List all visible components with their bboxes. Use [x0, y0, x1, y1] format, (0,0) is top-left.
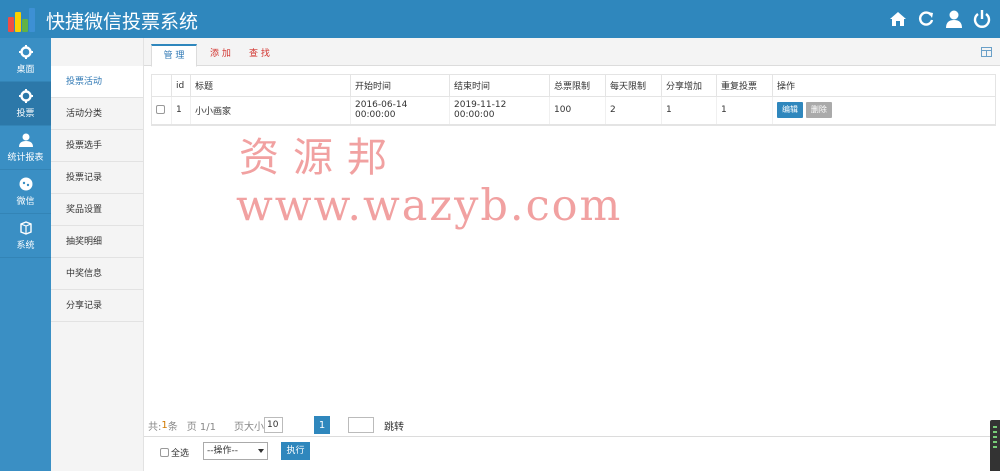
col-start-time: 开始时间 — [350, 74, 450, 97]
cell-total-limit: 100 — [549, 96, 606, 126]
rail-label: 微信 — [16, 197, 35, 207]
col-actions: 操作 — [772, 74, 996, 97]
watermark-text: 资源邦 — [239, 135, 401, 181]
jump-page-input[interactable] — [348, 417, 375, 433]
select-all-label: 全选 — [171, 449, 190, 459]
activity-table: id 标题 开始时间 结束时间 总票限制 每天限制 分享增加 重复投票 操作 1… — [151, 74, 996, 126]
cell-title: 小小画家 — [190, 96, 351, 126]
col-total-limit: 总票限制 — [549, 74, 606, 97]
table-header-row: id 标题 开始时间 结束时间 总票限制 每天限制 分享增加 重复投票 操作 — [151, 74, 996, 97]
rail-item-desktop[interactable]: 桌面 — [0, 38, 51, 82]
user-icon[interactable] — [944, 9, 964, 29]
submenu-item-contestants[interactable]: 投票选手 — [51, 130, 143, 162]
select-all[interactable]: 全选 — [160, 446, 189, 459]
cell-id: 1 — [171, 96, 191, 126]
bottom-action-bar: 全选 --操作-- 执行 — [144, 436, 1000, 471]
page-size-input[interactable]: 10 — [264, 417, 284, 433]
submenu-item-vote-records[interactable]: 投票记录 — [51, 162, 143, 194]
rail-item-system[interactable]: 系统 — [0, 214, 51, 258]
page-size-label: 页大小 — [234, 421, 265, 433]
edit-button[interactable]: 编辑 — [777, 102, 803, 119]
col-share-add: 分享增加 — [661, 74, 717, 97]
page-number-button[interactable]: 1 — [314, 416, 331, 434]
delete-button[interactable]: 删除 — [805, 102, 832, 119]
sub-menu: 投票活动 活动分类 投票选手 投票记录 奖品设置 抽奖明细 中奖信息 分享记录 — [51, 38, 144, 471]
watermark-url: www.wazyb.com — [236, 181, 623, 231]
rail-item-stats[interactable]: 统计报表 — [0, 126, 51, 170]
col-daily-limit: 每天限制 — [605, 74, 662, 97]
col-repeat-vote: 重复投票 — [716, 74, 773, 97]
main-nav-rail: 桌面 投票 统计报表 微信 系统 — [0, 38, 51, 471]
total-suffix: 条 — [167, 421, 178, 433]
submenu-item-activity-category[interactable]: 活动分类 — [51, 98, 143, 130]
gear-icon — [18, 88, 34, 104]
execute-button[interactable]: 执行 — [281, 442, 310, 460]
col-end-time: 结束时间 — [449, 74, 550, 97]
cell-start-time: 2016-06-14 00:00:00 — [350, 96, 450, 126]
cell-share-add: 1 — [661, 96, 717, 126]
pagination: 共: 1 条 页 1/1 页大小 10 1 跳转 — [148, 416, 404, 434]
cell-daily-limit: 2 — [605, 96, 662, 126]
col-id: id — [171, 74, 191, 97]
cell-end-time: 2019-11-12 00:00:00 — [449, 96, 550, 126]
table-row: 1 小小画家 2016-06-14 00:00:00 2019-11-12 00… — [151, 96, 996, 126]
tab-manage[interactable]: 管 理 — [151, 44, 197, 67]
submenu-item-lottery-details[interactable]: 抽奖明细 — [51, 226, 143, 258]
chat-icon — [18, 176, 34, 192]
select-all-checkbox[interactable] — [160, 448, 169, 457]
submenu-item-vote-activity[interactable]: 投票活动 — [51, 66, 143, 98]
gear-icon — [18, 44, 34, 60]
home-icon[interactable] — [888, 9, 908, 29]
action-select[interactable]: --操作-- — [203, 442, 268, 460]
row-checkbox[interactable] — [156, 105, 165, 115]
side-widget-icon[interactable] — [990, 420, 1000, 471]
action-select-value: --操作-- — [207, 446, 238, 456]
tab-add[interactable]: 添 加 — [210, 44, 231, 67]
submenu-item-prize-settings[interactable]: 奖品设置 — [51, 194, 143, 226]
submenu-item-winner-info[interactable]: 中奖信息 — [51, 258, 143, 290]
total-prefix: 共: — [148, 421, 162, 433]
jump-button[interactable]: 跳转 — [384, 418, 404, 433]
rail-label: 投票 — [16, 109, 35, 119]
main-content: 管 理 添 加 查 找 id 标题 开始时间 结束时间 总票限制 每天限制 分享… — [144, 38, 1000, 471]
rail-label: 系统 — [16, 241, 35, 251]
tab-bar: 管 理 添 加 查 找 — [144, 38, 1000, 67]
refresh-icon[interactable] — [916, 9, 936, 29]
rail-item-vote[interactable]: 投票 — [0, 82, 51, 126]
app-title: 快捷微信投票系统 — [46, 11, 199, 33]
cell-actions: 编辑 删除 — [772, 96, 996, 126]
rail-item-wechat[interactable]: 微信 — [0, 170, 51, 214]
col-title: 标题 — [190, 74, 351, 97]
table-view-icon[interactable] — [981, 47, 992, 57]
box-icon — [18, 220, 34, 236]
chevron-down-icon — [258, 449, 264, 453]
rail-label: 统计报表 — [7, 153, 44, 163]
cell-repeat-vote: 1 — [716, 96, 773, 126]
tab-search[interactable]: 查 找 — [249, 44, 270, 67]
app-logo-icon — [8, 6, 38, 32]
submenu-item-share-records[interactable]: 分享记录 — [51, 290, 143, 322]
rail-label: 桌面 — [16, 65, 35, 75]
top-header: 快捷微信投票系统 — [0, 0, 1000, 38]
power-icon[interactable] — [972, 9, 992, 29]
user-icon — [18, 132, 34, 148]
page-info: 页 1/1 — [186, 421, 217, 433]
